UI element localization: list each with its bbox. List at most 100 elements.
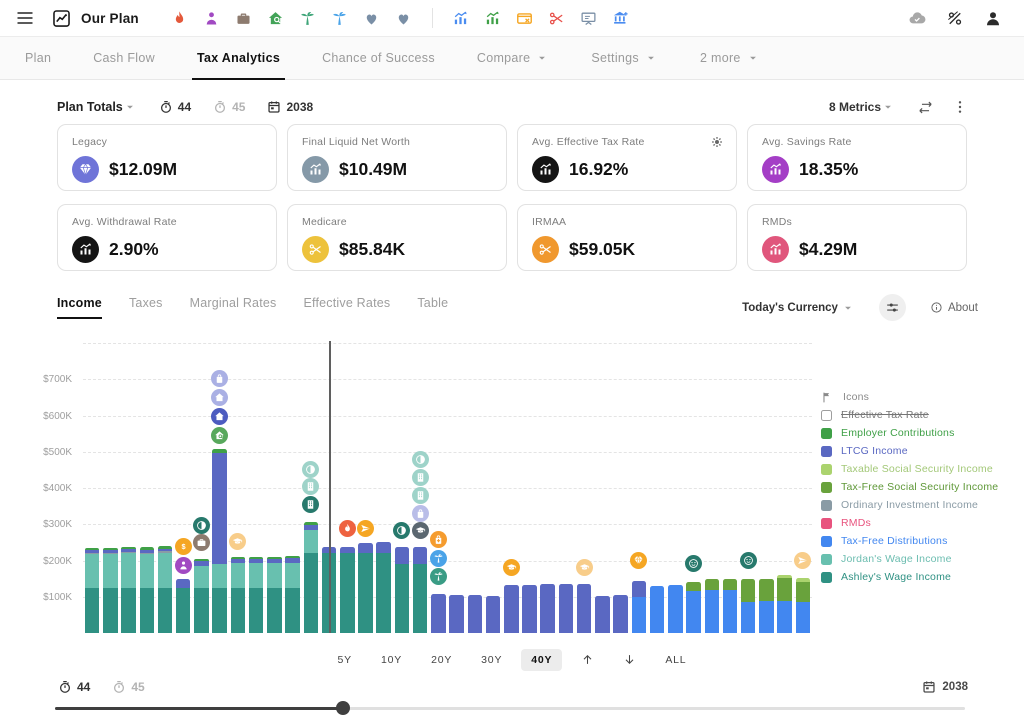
legend-item[interactable]: Ashley's Wage Income (821, 568, 1012, 586)
briefcase-marker-icon[interactable] (193, 534, 210, 551)
plane-marker-icon[interactable] (794, 552, 811, 569)
job-icon[interactable] (235, 9, 253, 27)
building-marker-icon[interactable] (302, 478, 319, 495)
income-bar[interactable] (668, 585, 683, 633)
tab-cash-flow[interactable]: Cash Flow (72, 37, 176, 79)
income-bar[interactable] (176, 579, 191, 633)
legend-item[interactable]: Jordan's Wage Income (821, 550, 1012, 568)
gem-marker-icon[interactable] (630, 552, 647, 569)
building-marker-icon[interactable] (412, 469, 429, 486)
income-bar[interactable] (559, 584, 574, 633)
dollar-marker-icon[interactable] (175, 538, 192, 555)
income-bar[interactable] (231, 557, 246, 633)
flame-marker-icon[interactable] (339, 520, 356, 537)
income-bar[interactable] (796, 578, 811, 633)
income-bar[interactable] (285, 556, 300, 633)
home-search-marker-icon[interactable] (211, 427, 228, 444)
dependent-icon[interactable] (203, 9, 221, 27)
tab-tax-analytics[interactable]: Tax Analytics (176, 37, 301, 79)
income-bar[interactable] (595, 596, 610, 633)
income-bar[interactable] (376, 542, 391, 633)
income-bar[interactable] (103, 548, 118, 633)
swap-metrics-button[interactable] (917, 99, 934, 116)
shift-later-button[interactable] (613, 648, 646, 671)
metric-card-legacy[interactable]: Legacy$12.09M (57, 124, 277, 191)
income-bar[interactable] (212, 449, 227, 633)
income-bar[interactable] (468, 595, 483, 633)
palm-marker-icon[interactable] (430, 550, 447, 567)
currency-dropdown[interactable]: Today's Currency (742, 301, 855, 315)
income-bar[interactable] (705, 579, 720, 633)
range-button-10y[interactable]: 10Y (371, 649, 412, 671)
plan-totals-dropdown[interactable]: Plan Totals (57, 100, 123, 114)
social-security-marker-icon[interactable] (685, 555, 702, 572)
half-marker-icon[interactable] (393, 522, 410, 539)
social-security-marker-icon[interactable] (740, 552, 757, 569)
tax-toggle-icon[interactable] (946, 9, 964, 27)
kebab-menu-button[interactable] (952, 99, 968, 115)
house-marker-icon[interactable] (211, 408, 228, 425)
income-bar[interactable] (413, 547, 428, 633)
legend-item[interactable]: Effective Tax Rate (821, 406, 1012, 424)
tab-plan[interactable]: Plan (4, 37, 72, 79)
legend-item[interactable]: RMDs (821, 514, 1012, 532)
metric-card-avg-withdrawal-rate[interactable]: Avg. Withdrawal Rate2.90% (57, 204, 277, 271)
palm-marker-icon[interactable] (430, 568, 447, 585)
metrics-dropdown[interactable]: 8 Metrics (829, 100, 881, 114)
income-bar[interactable] (395, 547, 410, 633)
tab-2-more[interactable]: 2 more (679, 37, 781, 79)
income-bar[interactable] (431, 594, 446, 633)
income-bar[interactable] (486, 596, 501, 633)
plane-marker-icon[interactable] (357, 520, 374, 537)
bag-marker-icon[interactable] (211, 370, 228, 387)
person-marker-icon[interactable] (175, 557, 192, 574)
income-bar[interactable] (540, 584, 555, 633)
shift-earlier-button[interactable] (571, 648, 604, 671)
income-bar[interactable] (358, 543, 373, 633)
income-chart-green-icon[interactable] (484, 9, 502, 27)
income-bar[interactable] (304, 522, 319, 633)
income-bar[interactable] (340, 547, 355, 633)
metric-card-final-liquid-net-worth[interactable]: Final Liquid Net Worth$10.49M (287, 124, 507, 191)
income-bar[interactable] (140, 547, 155, 633)
chart-tab-marginal-rates[interactable]: Marginal Rates (190, 296, 277, 319)
income-bar[interactable] (686, 582, 701, 633)
grad-cap-marker-icon[interactable] (503, 559, 520, 576)
tab-settings[interactable]: Settings (570, 37, 679, 79)
income-bar[interactable] (121, 547, 136, 633)
income-bar[interactable] (723, 579, 738, 633)
chart-tab-effective-rates[interactable]: Effective Rates (304, 296, 391, 319)
income-chart-blue-icon[interactable] (452, 9, 470, 27)
med-bag-marker-icon[interactable] (430, 531, 447, 548)
income-bar[interactable] (650, 586, 665, 633)
bank-add-icon[interactable] (612, 9, 630, 27)
grad-cap-marker-icon[interactable] (576, 559, 593, 576)
expense-card-icon[interactable] (516, 9, 534, 27)
building-marker-icon[interactable] (412, 487, 429, 504)
chart-tab-table[interactable]: Table (417, 296, 448, 319)
income-bar[interactable] (504, 585, 519, 633)
cloud-sync-icon[interactable] (908, 9, 926, 27)
legend-item[interactable]: Taxable Social Security Income (821, 460, 1012, 478)
half-marker-icon[interactable] (193, 517, 210, 534)
healthcare-2-icon[interactable] (395, 9, 413, 27)
metric-card-avg-effective-tax-rate[interactable]: Avg. Effective Tax Rate16.92% (517, 124, 737, 191)
presentation-icon[interactable] (580, 9, 598, 27)
income-bar[interactable] (158, 546, 173, 633)
house-marker-icon[interactable] (211, 389, 228, 406)
income-bar[interactable] (85, 548, 100, 633)
income-bar[interactable] (632, 581, 647, 633)
retirement-blue-icon[interactable] (331, 9, 349, 27)
income-bar[interactable] (741, 579, 756, 633)
income-bar[interactable] (194, 559, 209, 633)
range-button-20y[interactable]: 20Y (421, 649, 462, 671)
half-marker-icon[interactable] (302, 461, 319, 478)
account-icon[interactable] (984, 9, 1002, 27)
income-bar[interactable] (577, 584, 592, 633)
metric-card-irmaa[interactable]: IRMAA$59.05K (517, 204, 737, 271)
half-marker-icon[interactable] (412, 451, 429, 468)
home-purchase-icon[interactable] (267, 9, 285, 27)
plan-title[interactable]: Our Plan (81, 11, 139, 26)
grad-cap-marker-icon[interactable] (229, 533, 246, 550)
retirement-green-icon[interactable] (299, 9, 317, 27)
